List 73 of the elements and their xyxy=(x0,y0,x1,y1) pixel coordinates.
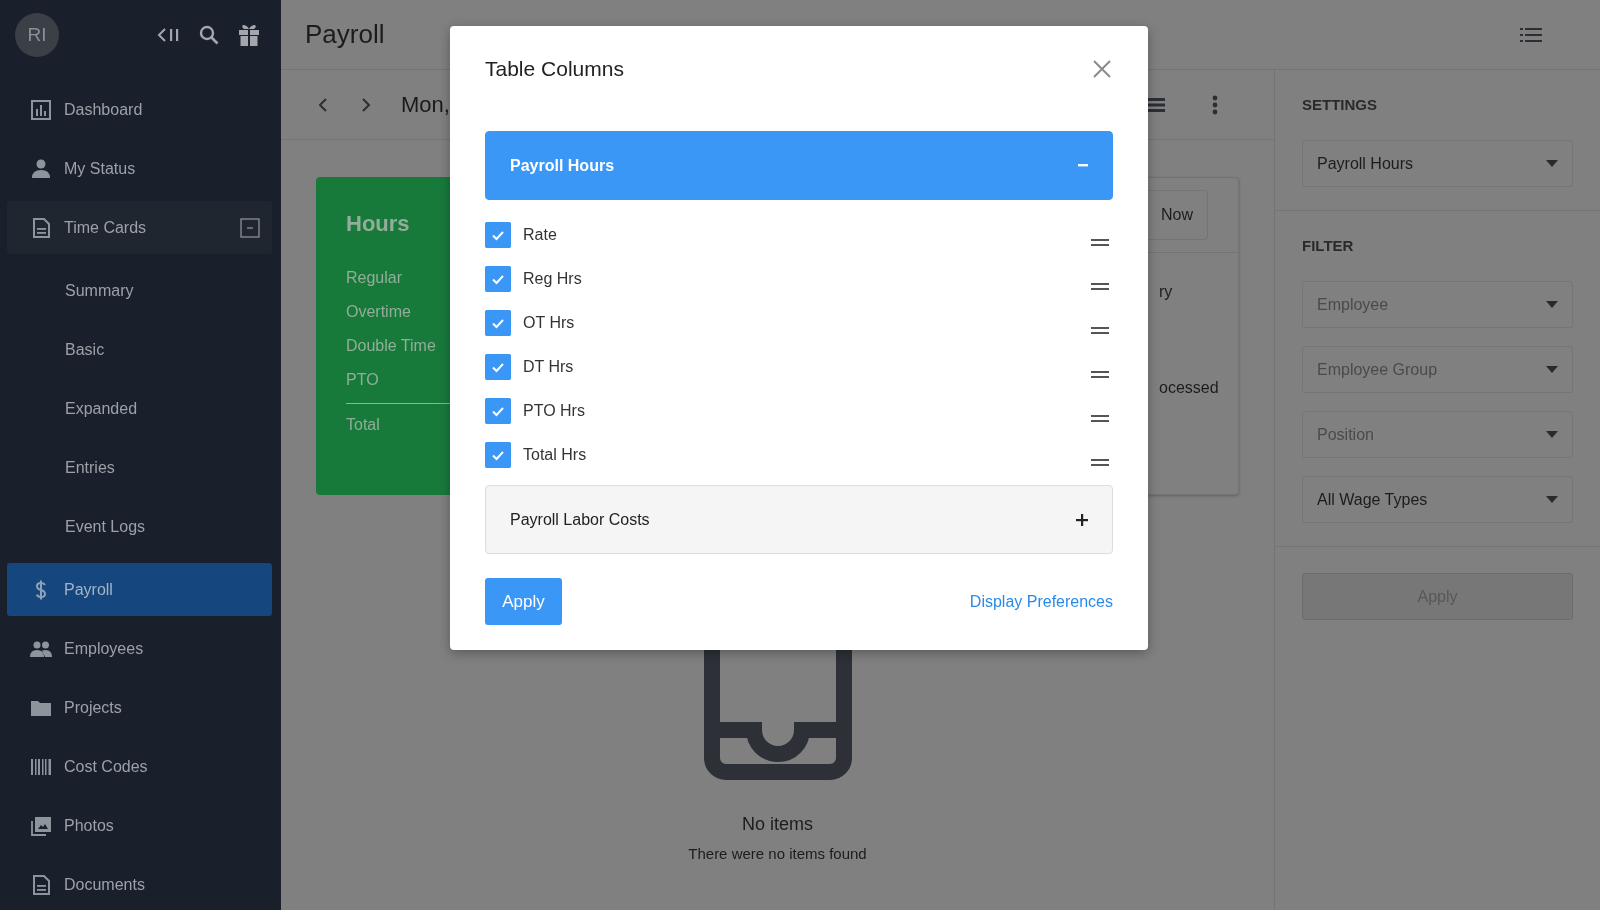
dashboard-icon xyxy=(30,98,52,121)
previous-icon[interactable] xyxy=(317,96,329,113)
column-label: DT Hrs xyxy=(523,358,575,376)
more-icon[interactable] xyxy=(1212,94,1218,115)
filter-heading: FILTER xyxy=(1302,236,1355,256)
filter-select[interactable]: All Wage Types xyxy=(1302,476,1573,523)
sidebar-item[interactable]: Projects xyxy=(7,681,272,734)
hours-total-label: Total xyxy=(346,415,380,435)
sidebar-subitem[interactable]: Event Logs xyxy=(7,500,272,553)
sidebar-item[interactable]: Time Cards xyxy=(7,201,272,254)
search-icon[interactable] xyxy=(199,25,219,45)
empty-title: No items xyxy=(742,814,813,835)
sidebar-item[interactable]: My Status xyxy=(7,142,272,195)
sidebar-subitem[interactable]: Summary xyxy=(7,264,272,317)
column-label: Rate xyxy=(523,226,558,244)
drag-handle-icon[interactable] xyxy=(1091,283,1109,291)
sidebar-subitem[interactable]: Entries xyxy=(7,441,272,494)
plus-icon xyxy=(1076,513,1088,526)
hours-row-label: Regular xyxy=(346,268,403,288)
dialog-title: Table Columns xyxy=(485,57,624,81)
sidebar-subitem[interactable]: Expanded xyxy=(7,382,272,435)
hours-row-label: Overtime xyxy=(346,302,411,322)
caret-icon xyxy=(1546,366,1558,373)
sidebar-item[interactable]: Photos xyxy=(7,799,272,852)
sidebar-subitem[interactable]: Basic xyxy=(7,323,272,376)
summary-text: ry xyxy=(1159,283,1173,301)
checkbox[interactable] xyxy=(485,310,511,336)
sidebar-item[interactable]: Employees xyxy=(7,622,272,675)
drag-handle-icon[interactable] xyxy=(1091,239,1109,247)
checkbox[interactable] xyxy=(485,222,511,248)
display-preferences-link[interactable]: Display Preferences xyxy=(969,592,1113,611)
sidebar-item[interactable]: Payroll xyxy=(7,563,272,616)
date-label: Mon, xyxy=(401,91,450,118)
photos-icon xyxy=(30,814,52,837)
checkbox[interactable] xyxy=(485,442,511,468)
summary-text: ocessed xyxy=(1159,379,1219,397)
drag-handle-icon[interactable] xyxy=(1091,459,1109,467)
person-icon xyxy=(30,157,52,180)
drag-handle-icon[interactable] xyxy=(1091,327,1109,335)
caret-icon xyxy=(1546,431,1558,438)
close-icon[interactable] xyxy=(1093,60,1111,78)
next-icon[interactable] xyxy=(360,96,372,113)
settings-heading: SETTINGS xyxy=(1302,95,1378,115)
collapse-icon[interactable] xyxy=(157,26,181,44)
minus-icon xyxy=(1078,164,1088,167)
sidebar-item[interactable]: Cost Codes xyxy=(7,740,272,793)
drag-handle-icon[interactable] xyxy=(1091,415,1109,423)
hours-row-label: PTO xyxy=(346,370,379,390)
document-icon xyxy=(30,216,52,239)
sidebar-item[interactable]: Dashboard xyxy=(7,83,272,136)
page-title: Payroll xyxy=(305,19,385,50)
checkbox[interactable] xyxy=(485,266,511,292)
caret-icon xyxy=(1546,496,1558,503)
avatar[interactable]: RI xyxy=(15,13,59,57)
gift-icon[interactable] xyxy=(237,23,261,47)
collapse-box-icon[interactable] xyxy=(240,217,260,238)
section-header[interactable]: Payroll Labor Costs xyxy=(485,485,1113,554)
sidebar-item[interactable]: Documents xyxy=(7,858,272,910)
document-icon xyxy=(30,873,52,896)
report-select[interactable]: Payroll Hours xyxy=(1302,140,1573,187)
empty-message: There were no items found xyxy=(688,845,867,862)
column-label: Total Hrs xyxy=(523,446,588,464)
drag-handle-icon[interactable] xyxy=(1091,371,1109,379)
checkbox[interactable] xyxy=(485,398,511,424)
checkbox[interactable] xyxy=(485,354,511,380)
column-label: OT Hrs xyxy=(523,314,576,332)
column-label: PTO Hrs xyxy=(523,402,586,420)
caret-icon xyxy=(1546,160,1558,167)
card-title: Hours xyxy=(346,211,410,237)
caret-icon xyxy=(1546,301,1558,308)
column-label: Reg Hrs xyxy=(523,270,583,288)
hours-row-label: Double Time xyxy=(346,336,436,356)
list-icon[interactable] xyxy=(1520,26,1542,43)
